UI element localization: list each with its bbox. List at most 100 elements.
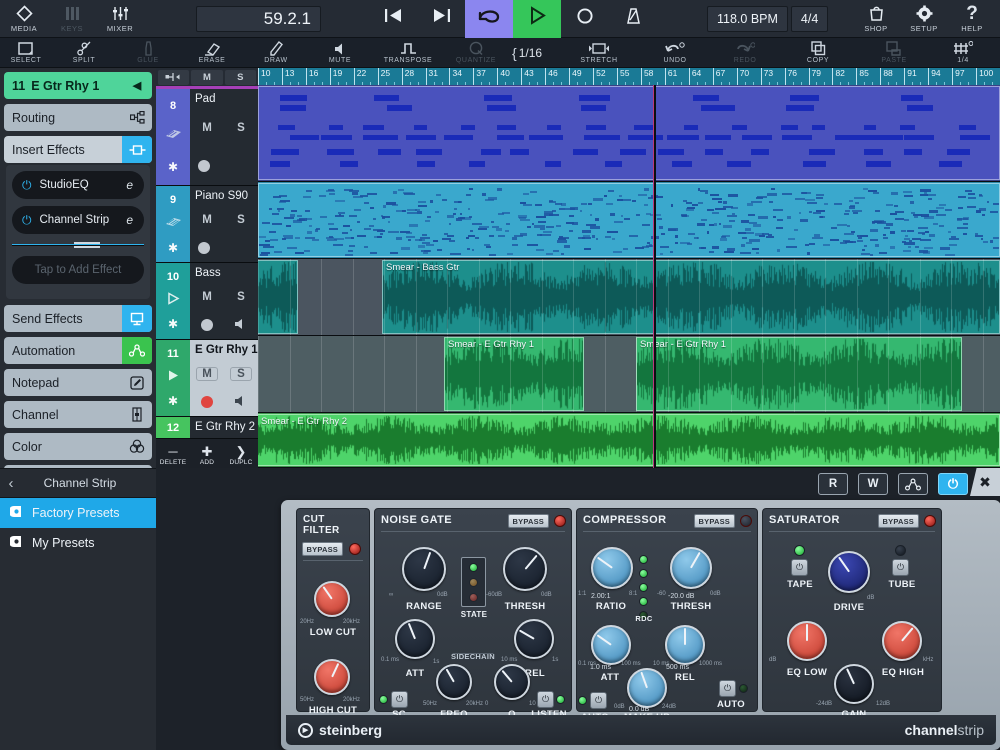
close-plugin-button[interactable]: ✖ [970,468,1000,496]
track-record-button[interactable] [198,242,210,254]
inspector-track-header[interactable]: 11 E Gtr Rhy 1 ◀ [4,72,152,99]
track-mute-button[interactable]: M [195,214,219,226]
timeline-ruler[interactable]: 1013161922252831343740434649525558616467… [258,68,1000,85]
gate-rel-knob[interactable] [514,619,554,659]
inspector-notepad-row[interactable]: Notepad [4,369,152,396]
track-solo-button[interactable]: S [229,122,253,134]
redo-button[interactable]: REDO [710,38,780,68]
track-name[interactable]: E Gtr Rhy 1 [190,340,258,360]
track-color-strip[interactable]: 9 ✱ [156,186,190,262]
bypass-power-button[interactable]: ⏻ [938,473,968,495]
automation-nodes-button[interactable] [898,473,928,495]
playhead[interactable] [654,85,656,468]
insert-slot-studioeq[interactable]: ⏻ StudioEQ e [12,171,144,199]
track-row-piano-s90[interactable]: 9 ✱ Piano S90 M S [156,186,258,263]
tool-split[interactable]: SPLIT [52,38,116,68]
add-track-button[interactable]: ✚ ADD [190,443,224,468]
edit-e-icon[interactable]: e [126,213,133,227]
track-solo-button[interactable]: S [230,367,252,381]
gate-att-knob[interactable] [395,619,435,659]
gain-knob[interactable] [834,664,874,704]
chevron-left-icon[interactable]: ‹ [0,475,22,492]
track-row-e-gtr-rhy-2[interactable]: 12 E Gtr Rhy 2 [156,417,258,439]
track-record-button[interactable] [201,319,213,331]
chevron-left-icon[interactable]: ◀ [122,72,152,99]
undo-button[interactable]: UNDO [640,38,710,68]
ratio-knob[interactable] [591,547,633,589]
low-cut-knob[interactable] [314,581,350,617]
makeup-knob[interactable] [627,668,667,708]
help-button[interactable]: ? HELP [948,0,996,38]
tool-select[interactable]: SELECT [0,38,52,68]
write-automation-button[interactable]: W [858,473,888,495]
arrange-area[interactable]: 1013161922252831343740434649525558616467… [258,68,1000,468]
noise-gate-bypass-button[interactable]: BYPASS [508,514,550,528]
lane-e-gtr-rhy-1[interactable]: Smear - E Gtr Rhy 1 Smear - E Gtr Rhy 1 [258,336,1000,413]
inspector-insert-effects-row[interactable]: Insert Effects [4,136,152,163]
play-button[interactable] [513,0,561,38]
time-signature-field[interactable]: 4/4 [791,6,828,32]
audio-clip-egtr1-b[interactable]: Smear - E Gtr Rhy 1 [636,337,962,411]
tool-mute[interactable]: MUTE [308,38,372,68]
paste-button[interactable]: PASTE [856,38,932,68]
track-record-button[interactable] [198,160,210,172]
tool-erase[interactable]: ERASE [180,38,244,68]
tool-quantize[interactable]: QUANTIZE [444,38,508,68]
sidechain-power-button[interactable]: ⏻ [391,691,408,708]
slider-handle[interactable] [74,241,100,250]
listen-power-button[interactable]: ⏻ [537,691,554,708]
setup-button[interactable]: SETUP [900,0,948,38]
power-icon[interactable]: ⏻ [22,213,32,228]
track-name[interactable]: E Gtr Rhy 2 [190,417,258,437]
track-mute-button[interactable]: M [196,367,218,381]
high-cut-knob[interactable] [314,659,350,695]
audio-clip-bass-a[interactable] [258,260,298,334]
tool-draw[interactable]: DRAW [244,38,308,68]
auto-makeup-button[interactable]: ⏻ [590,692,607,709]
freeze-icon[interactable]: ✱ [168,241,178,255]
edit-e-icon[interactable]: e [126,178,133,192]
grid-snap-button[interactable]: 1/4 [932,38,994,68]
insert-slot-channelstrip[interactable]: ⏻ Channel Strip e [12,206,144,234]
preset-item-factory[interactable]: Factory Presets [0,498,156,528]
go-to-end-button[interactable] [417,0,465,38]
track-color-strip[interactable]: 10 ✱ [156,263,190,339]
solo-all-button[interactable]: S [225,70,256,85]
audio-clip-egtr1-a[interactable]: Smear - E Gtr Rhy 1 [444,337,584,411]
track-name[interactable]: Piano S90 [190,186,258,206]
range-knob[interactable] [402,547,446,591]
track-record-button[interactable] [201,396,213,408]
tool-stretch[interactable]: STRETCH [558,38,640,68]
track-mute-button[interactable]: M [195,122,219,134]
compressor-bypass-button[interactable]: BYPASS [694,514,736,528]
audio-clip-bass-b[interactable]: Smear - Bass Gtr [382,260,1000,334]
cycle-button[interactable] [465,0,513,38]
inspector-automation-row[interactable]: Automation [4,337,152,364]
freeze-icon[interactable]: ✱ [168,160,178,174]
mute-all-button[interactable]: M [191,70,222,85]
comp-att-knob[interactable] [591,625,631,665]
media-button[interactable]: MEDIA [0,0,48,38]
tempo-field[interactable]: 118.0 BPM [707,6,788,32]
record-button[interactable] [561,0,609,38]
track-row-e-gtr-rhy-1[interactable]: 11 ✱ E Gtr Rhy 1 M S [156,340,258,417]
delete-track-button[interactable]: ─ DELETE [156,443,190,468]
insert-slots-scroll-handle[interactable] [12,241,144,249]
gate-freq-knob[interactable] [436,664,472,700]
tube-button[interactable]: ⏻ [892,559,909,576]
freeze-icon[interactable]: ✱ [168,317,178,331]
track-color-strip[interactable]: 8 ✱ [156,89,190,185]
freeze-icon[interactable]: ✱ [168,394,178,408]
shop-button[interactable]: SHOP [852,0,900,38]
inspector-channel-row[interactable]: Channel [4,401,152,428]
lane-piano-s90[interactable] [258,182,1000,259]
inspector-color-row[interactable]: Color [4,433,152,460]
track-solo-button[interactable]: S [229,214,253,226]
go-to-start-button[interactable] [369,0,417,38]
lane-pad[interactable] [258,85,1000,182]
track-name[interactable]: Pad [190,89,258,109]
track-mute-button[interactable]: M [195,291,219,303]
read-automation-button[interactable]: R [818,473,848,495]
duplicate-track-button[interactable]: ❯ DUPLC [224,443,258,468]
add-effect-slot[interactable]: Tap to Add Effect [12,256,144,284]
